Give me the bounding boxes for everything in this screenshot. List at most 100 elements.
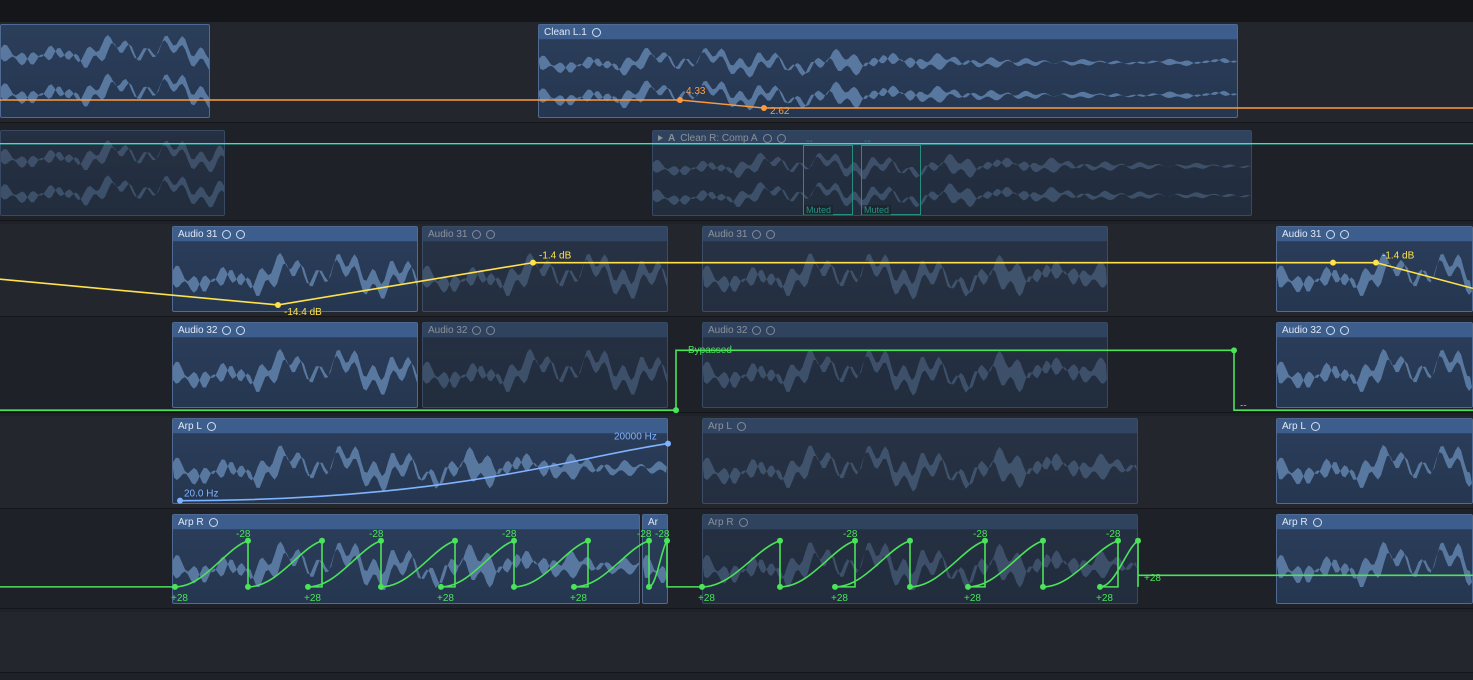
- audio-region[interactable]: Clean L.1: [538, 24, 1238, 118]
- loop-icon: [1311, 422, 1320, 431]
- comp-mute-segment[interactable]: --Muted: [861, 145, 921, 215]
- audio-region[interactable]: Arp L: [1276, 418, 1473, 504]
- waveform: [643, 529, 667, 603]
- loop-icon: [209, 518, 218, 527]
- region-title: Arp L: [178, 421, 202, 432]
- region-title: Ar: [648, 517, 658, 528]
- mute-dash: --: [864, 136, 871, 147]
- audio-region[interactable]: Audio 32: [1276, 322, 1473, 408]
- region-header[interactable]: Arp R: [1277, 515, 1472, 530]
- waveform: [703, 529, 1137, 603]
- region-header[interactable]: Audio 31: [423, 227, 667, 242]
- waveform: [173, 433, 667, 503]
- waveform: [173, 337, 417, 407]
- mute-label: Muted: [862, 205, 891, 215]
- region-title: Arp R: [708, 517, 734, 528]
- region-title: Audio 31: [178, 229, 217, 240]
- waveform: [1277, 241, 1472, 311]
- region-header[interactable]: AClean R: Comp A: [653, 131, 1251, 146]
- loop-icon: [777, 134, 786, 143]
- audio-region[interactable]: Arp R: [702, 514, 1138, 604]
- audio-region[interactable]: [0, 130, 225, 216]
- region-header[interactable]: Arp R: [703, 515, 1137, 530]
- mute-label: Muted: [804, 205, 833, 215]
- region-title: Audio 32: [1282, 325, 1321, 336]
- loop-icon: [472, 326, 481, 335]
- loop-icon: [486, 326, 495, 335]
- audio-region[interactable]: Audio 31: [422, 226, 668, 312]
- region-title: Clean L.1: [544, 27, 587, 38]
- audio-region[interactable]: Audio 31: [702, 226, 1108, 312]
- loop-icon: [1340, 230, 1349, 239]
- loop-icon: [763, 134, 772, 143]
- comp-mute-segment[interactable]: --Muted: [803, 145, 853, 215]
- loop-icon: [486, 230, 495, 239]
- play-icon[interactable]: [658, 135, 663, 141]
- lane-divider: [0, 608, 1473, 609]
- loop-icon: [752, 230, 761, 239]
- loop-icon: [739, 518, 748, 527]
- region-title: Audio 32: [428, 325, 467, 336]
- region-title: Audio 31: [1282, 229, 1321, 240]
- region-title: Arp L: [1282, 421, 1306, 432]
- audio-region[interactable]: AClean R: Comp A--Muted--Muted: [652, 130, 1252, 216]
- waveform: [1, 25, 209, 117]
- audio-region[interactable]: Arp L: [702, 418, 1138, 504]
- waveform: [1277, 433, 1472, 503]
- region-title: Clean R: Comp A: [680, 133, 757, 144]
- region-header[interactable]: Audio 32: [173, 323, 417, 338]
- region-header[interactable]: Clean L.1: [539, 25, 1237, 40]
- loop-icon: [592, 28, 601, 37]
- region-title: Arp L: [708, 421, 732, 432]
- loop-icon: [1326, 230, 1335, 239]
- region-header[interactable]: Audio 32: [423, 323, 667, 338]
- lane-divider: [0, 122, 1473, 123]
- mute-dash: --: [806, 136, 813, 147]
- loop-icon: [472, 230, 481, 239]
- audio-region[interactable]: Ar: [642, 514, 668, 604]
- waveform: [423, 241, 667, 311]
- region-header[interactable]: Audio 32: [703, 323, 1107, 338]
- audio-region[interactable]: Arp R: [1276, 514, 1473, 604]
- audio-region[interactable]: [0, 24, 210, 118]
- lane-divider: [0, 672, 1473, 673]
- waveform: [173, 241, 417, 311]
- region-title: Arp R: [178, 517, 204, 528]
- audio-region[interactable]: Audio 32: [172, 322, 418, 408]
- region-header[interactable]: Audio 32: [1277, 323, 1472, 338]
- region-title: Audio 31: [708, 229, 747, 240]
- waveform: [703, 433, 1137, 503]
- region-header[interactable]: Audio 31: [703, 227, 1107, 242]
- waveform: [703, 337, 1107, 407]
- waveform: [173, 529, 639, 603]
- region-title: Audio 32: [708, 325, 747, 336]
- loop-icon: [1340, 326, 1349, 335]
- timeline-ruler[interactable]: [0, 0, 1473, 22]
- region-title: Audio 32: [178, 325, 217, 336]
- loop-icon: [766, 326, 775, 335]
- waveform: [1277, 529, 1472, 603]
- region-title: Audio 31: [428, 229, 467, 240]
- region-header[interactable]: Ar: [643, 515, 667, 530]
- audio-region[interactable]: Audio 32: [422, 322, 668, 408]
- audio-region[interactable]: Audio 32: [702, 322, 1108, 408]
- region-header[interactable]: Arp L: [173, 419, 667, 434]
- waveform: [539, 39, 1237, 117]
- track-lane[interactable]: [0, 612, 1473, 672]
- region-header[interactable]: Arp R: [173, 515, 639, 530]
- waveform: [1, 131, 224, 215]
- region-header[interactable]: Audio 31: [173, 227, 417, 242]
- lane-divider: [0, 508, 1473, 509]
- audio-region[interactable]: Arp L: [172, 418, 668, 504]
- audio-region[interactable]: Audio 31: [1276, 226, 1473, 312]
- audio-region[interactable]: Arp R: [172, 514, 640, 604]
- waveform: [653, 145, 1251, 215]
- lane-divider: [0, 220, 1473, 221]
- lane-divider: [0, 316, 1473, 317]
- region-header[interactable]: Arp L: [703, 419, 1137, 434]
- region-header[interactable]: Audio 31: [1277, 227, 1472, 242]
- region-header[interactable]: Arp L: [1277, 419, 1472, 434]
- audio-region[interactable]: Audio 31: [172, 226, 418, 312]
- waveform: [1277, 337, 1472, 407]
- loop-icon: [766, 230, 775, 239]
